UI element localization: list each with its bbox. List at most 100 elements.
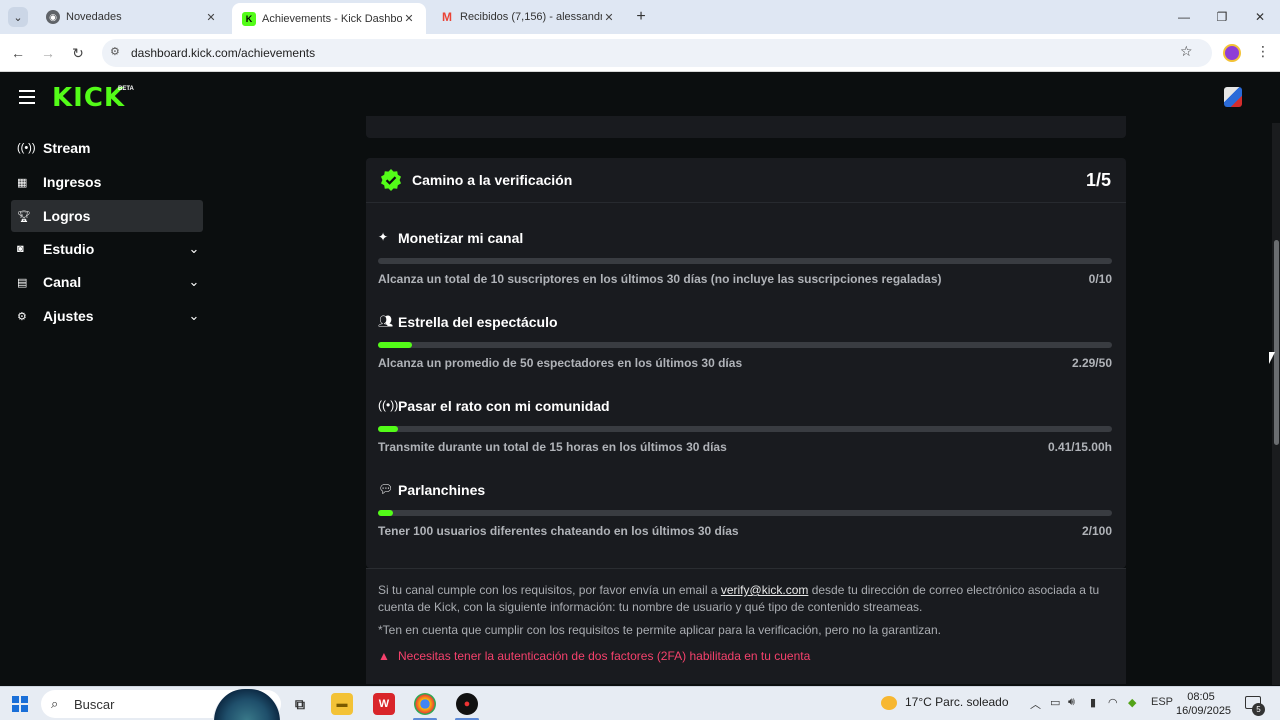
info-text: Si tu canal cumple con los requisitos, p…	[378, 583, 721, 597]
sidebar-item-canal[interactable]: ▤ Canal ⌄	[11, 266, 203, 298]
tab-novedades[interactable]: ◉ Novedades ✕	[36, 0, 228, 34]
obs-icon[interactable]: ●	[456, 693, 478, 715]
studio-icon: ◙	[17, 243, 24, 255]
sidebar-item-ingresos[interactable]: ▦ Ingresos	[11, 166, 203, 198]
info-note: *Ten en cuenta que cumplir con los requi…	[378, 623, 941, 637]
tab-title: Recibidos (7,156) - alessandroal	[460, 11, 602, 23]
close-icon[interactable]: ✕	[602, 11, 616, 24]
chrome-taskbar-icon[interactable]	[414, 693, 436, 715]
address-bar[interactable]: ⚙ dashboard.kick.com/achievements	[102, 39, 1212, 67]
browser-toolbar: ← → ↻ ⚙ dashboard.kick.com/achievements …	[0, 34, 1280, 72]
achievement-value: 2.29/50	[1071, 356, 1112, 370]
progress-bar	[378, 342, 1112, 348]
chevron-down-icon[interactable]: ⌄	[185, 308, 203, 324]
new-tab-button[interactable]: +	[632, 8, 650, 26]
chat-icon: 💬︎	[378, 482, 394, 496]
wifi-icon[interactable]: ◠	[1108, 696, 1118, 709]
sparkle-icon: ✦	[378, 230, 389, 244]
search-icon: ⌕	[51, 696, 59, 711]
chart-icon: ▦	[17, 176, 28, 189]
warning-icon: ▲	[378, 649, 390, 663]
notification-badge: 5	[1252, 703, 1265, 716]
wps-office-icon[interactable]: W	[373, 693, 395, 715]
scrollbar-thumb[interactable]	[1274, 240, 1279, 445]
microphone-icon[interactable]: ▮	[1090, 696, 1096, 709]
nvidia-icon[interactable]: ◆	[1128, 696, 1136, 709]
user-avatar[interactable]	[1224, 87, 1242, 107]
tray-app-icon[interactable]: ▭	[1050, 696, 1060, 709]
progress-fill	[378, 426, 399, 432]
beta-label: BETA	[118, 86, 134, 92]
chrome-icon: ◉	[46, 10, 60, 24]
url-text[interactable]: dashboard.kick.com/achievements	[131, 46, 315, 60]
file-explorer-icon[interactable]: ▬	[331, 693, 353, 715]
clock-time: 08:05	[1187, 691, 1215, 703]
chevron-down-icon[interactable]: ⌄	[185, 274, 203, 290]
sidebar-item-logros[interactable]: 🏆︎ Logros	[11, 200, 203, 232]
verification-count: 1/5	[1085, 170, 1111, 190]
previous-card-edge	[366, 116, 1126, 138]
verify-email-link[interactable]: verify@kick.com	[721, 583, 809, 597]
menu-kebab-icon[interactable]: ⋮	[1256, 43, 1270, 60]
progress-bar	[378, 258, 1112, 264]
warning-text: Necesitas tener la autenticación de dos …	[398, 649, 811, 663]
2fa-warning: ▲ Necesitas tener la autenticación de dos…	[378, 649, 810, 663]
tab-title: Achievements - Kick Dashboard	[262, 12, 402, 25]
windows-taskbar: ⌕ Buscar ⧉ ▬ W ● 17°C Parc. soleado ︿ ▭ …	[0, 686, 1280, 720]
mouse-cursor-icon	[1269, 352, 1275, 364]
tab-title: Novedades	[66, 11, 122, 23]
windows-start-icon[interactable]	[12, 696, 28, 712]
bookmark-star-icon[interactable]: ☆	[1180, 43, 1193, 60]
minimize-button[interactable]: —	[1164, 0, 1204, 34]
system-clock[interactable]: 08:05 16/09/2025	[1176, 690, 1232, 718]
sidebar-item-estudio[interactable]: ◙ Estudio ⌄	[11, 233, 203, 265]
sidebar-item-label: Ingresos	[43, 174, 102, 190]
site-info-icon[interactable]: ⚙	[110, 45, 120, 58]
reload-icon[interactable]: ↻	[68, 43, 88, 63]
sidebar-item-ajustes[interactable]: ⚙ Ajustes ⌄	[11, 300, 203, 332]
verification-title: Camino a la verificación	[412, 172, 573, 188]
close-window-button[interactable]: ✕	[1240, 0, 1280, 34]
trophy-icon: 🏆︎	[17, 210, 31, 223]
weather-widget[interactable]: 17°C Parc. soleado	[881, 695, 1009, 710]
task-view-icon[interactable]: ⧉	[289, 693, 311, 715]
tab-achievements[interactable]: K Achievements - Kick Dashboard ✕	[232, 3, 426, 34]
verified-badge-icon	[381, 169, 401, 191]
achievement-value: 0.41/15.00h	[1047, 440, 1112, 454]
sidebar-item-label: Canal	[43, 274, 82, 290]
chevron-down-icon[interactable]: ⌄	[185, 241, 203, 257]
tab-gmail[interactable]: M Recibidos (7,156) - alessandroal ✕	[430, 0, 626, 34]
tray-chevron-icon[interactable]: ︿	[1030, 696, 1041, 712]
volume-icon[interactable]: 🔊︎	[1068, 696, 1075, 709]
profile-avatar-icon[interactable]	[1223, 44, 1241, 62]
close-icon[interactable]: ✕	[204, 11, 218, 24]
progress-fill	[378, 510, 393, 516]
info-paragraph: Si tu canal cumple con los requisitos, p…	[378, 582, 1114, 616]
gmail-icon: M	[442, 10, 452, 24]
verification-info: Si tu canal cumple con los requisitos, p…	[366, 568, 1126, 684]
achievement-title: Parlanchines	[398, 482, 486, 498]
achievement-item: 👥︎ Estrella del espectáculo Alcanza un p…	[378, 314, 1112, 374]
progress-fill	[378, 342, 412, 348]
achievement-item: ✦ Monetizar mi canal Alcanza un total de…	[378, 230, 1112, 290]
back-icon[interactable]: ←	[8, 43, 28, 63]
sidebar-item-label: Ajustes	[43, 308, 94, 324]
verification-card: Camino a la verificación 1/5 ✦ Monetizar…	[366, 158, 1126, 568]
clock-date: 16/09/2025	[1176, 705, 1232, 717]
hamburger-menu-icon[interactable]	[19, 90, 35, 104]
progress-bar	[378, 510, 1112, 516]
channel-icon: ▤	[17, 276, 28, 289]
achievement-value: 2/100	[1081, 524, 1112, 538]
maximize-button[interactable]: ❐	[1202, 0, 1242, 34]
achievement-item: 💬︎ Parlanchines Tener 100 usuarios difer…	[378, 482, 1112, 542]
kick-logo[interactable]: KICK	[52, 84, 125, 112]
language-indicator[interactable]: ESP	[1151, 696, 1173, 708]
search-placeholder: Buscar	[74, 697, 115, 712]
tab-search-icon[interactable]: ⌄	[8, 7, 28, 27]
close-icon[interactable]: ✕	[402, 12, 416, 25]
sidebar-item-stream[interactable]: ((•)) Stream	[11, 132, 203, 164]
broadcast-icon: ((•))	[378, 398, 399, 412]
forward-icon[interactable]: →	[38, 43, 58, 63]
progress-bar	[378, 426, 1112, 432]
broadcast-icon: ((•))	[17, 142, 36, 154]
